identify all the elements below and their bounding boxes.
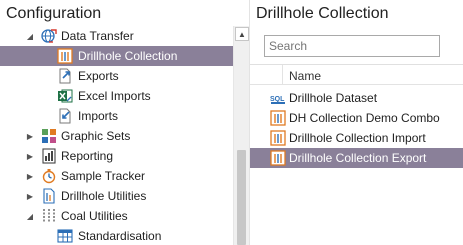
drillhole-collection-title: Drillhole Collection [256, 5, 389, 22]
tree-item-label: Coal Utilities [61, 209, 128, 223]
tree-item-reporting[interactable]: ▶ Reporting [0, 146, 233, 166]
tree-item-label: Exports [78, 69, 119, 83]
items-list: Name SQL Drillhole Dataset DH Collection… [250, 64, 463, 245]
tree-item-data-transfer[interactable]: ◢ Data Transfer [0, 26, 233, 46]
list-item-label: DH Collection Demo Combo [289, 111, 440, 125]
import-arrow-icon [57, 108, 73, 124]
configuration-tree: ◢ Data Transfer Drillhole Collection Exp… [0, 26, 233, 245]
excel-icon [57, 88, 73, 104]
sql-dataset-icon: SQL [270, 90, 286, 106]
graphic-sets-icon [41, 128, 57, 144]
column-separator[interactable] [282, 65, 283, 85]
drillhole-collection-panel: Drillhole Collection Name SQL Drillhole … [250, 0, 463, 245]
tree-item-sample-tracker[interactable]: ▶ Sample Tracker [0, 166, 233, 186]
list-item-label: Drillhole Dataset [289, 91, 378, 105]
column-header-icon[interactable] [250, 65, 282, 85]
export-arrow-icon [57, 68, 73, 84]
collection-export-icon [270, 150, 286, 166]
list-item-dh-collection-demo-combo[interactable]: DH Collection Demo Combo [250, 108, 463, 128]
tree-item-drillhole-collection[interactable]: Drillhole Collection [0, 46, 233, 66]
configuration-panel: Configuration ◢ Data Transfer Drillhole … [0, 0, 250, 245]
expander-expanded-icon[interactable]: ◢ [25, 211, 35, 221]
reporting-icon [41, 148, 57, 164]
tree-item-label: Drillhole Collection [78, 49, 178, 63]
collection-combo-icon [270, 110, 286, 126]
scroll-up-button[interactable]: ▲ [235, 27, 249, 41]
tree-item-imports[interactable]: Imports [0, 106, 233, 126]
tree-item-label: Graphic Sets [61, 129, 131, 143]
list-item-label: Drillhole Collection Import [289, 131, 426, 145]
list-item-label: Drillhole Collection Export [289, 151, 427, 165]
tree-item-graphic-sets[interactable]: ▶ Graphic Sets [0, 126, 233, 146]
tree-item-label: Imports [78, 109, 119, 123]
tree-item-coal-utilities[interactable]: ◢ Coal Utilities [0, 206, 233, 226]
tree-item-drillhole-utilities[interactable]: ▶ Drillhole Utilities [0, 186, 233, 206]
tree-item-standardisation[interactable]: Standardisation [0, 226, 233, 245]
svg-text:SQL: SQL [270, 96, 285, 103]
tree-item-label: Drillhole Utilities [61, 189, 147, 203]
expander-collapsed-icon[interactable]: ▶ [25, 131, 35, 141]
collection-import-icon [270, 130, 286, 146]
scroll-thumb[interactable] [237, 150, 246, 245]
drillhole-collection-icon [57, 48, 73, 64]
drillhole-utilities-icon [41, 188, 57, 204]
tree-item-label: Reporting [61, 149, 114, 163]
list-item-drillhole-collection-export[interactable]: Drillhole Collection Export [250, 148, 463, 168]
tree-item-excel-imports[interactable]: Excel Imports [0, 86, 233, 106]
table-grid-icon [57, 228, 73, 244]
column-header-name[interactable]: Name [289, 69, 321, 83]
tree-item-label: Standardisation [78, 229, 162, 243]
expander-expanded-icon[interactable]: ◢ [25, 31, 35, 41]
coal-utilities-icon [41, 208, 57, 224]
tree-item-label: Data Transfer [61, 29, 134, 43]
list-item-drillhole-collection-import[interactable]: Drillhole Collection Import [250, 128, 463, 148]
list-item-drillhole-dataset[interactable]: SQL Drillhole Dataset [250, 88, 463, 108]
tree-item-label: Excel Imports [78, 89, 151, 103]
expander-collapsed-icon[interactable]: ▶ [25, 191, 35, 201]
expander-collapsed-icon[interactable]: ▶ [25, 171, 35, 181]
globe-arrows-icon [41, 28, 57, 44]
search-input[interactable] [264, 35, 440, 57]
sample-tracker-icon [41, 168, 57, 184]
expander-collapsed-icon[interactable]: ▶ [25, 151, 35, 161]
tree-item-exports[interactable]: Exports [0, 66, 233, 86]
tree-item-label: Sample Tracker [61, 169, 146, 183]
list-header: Name [250, 65, 463, 85]
tree-scrollbar[interactable]: ▲ [233, 26, 249, 245]
configuration-title: Configuration [6, 5, 102, 22]
